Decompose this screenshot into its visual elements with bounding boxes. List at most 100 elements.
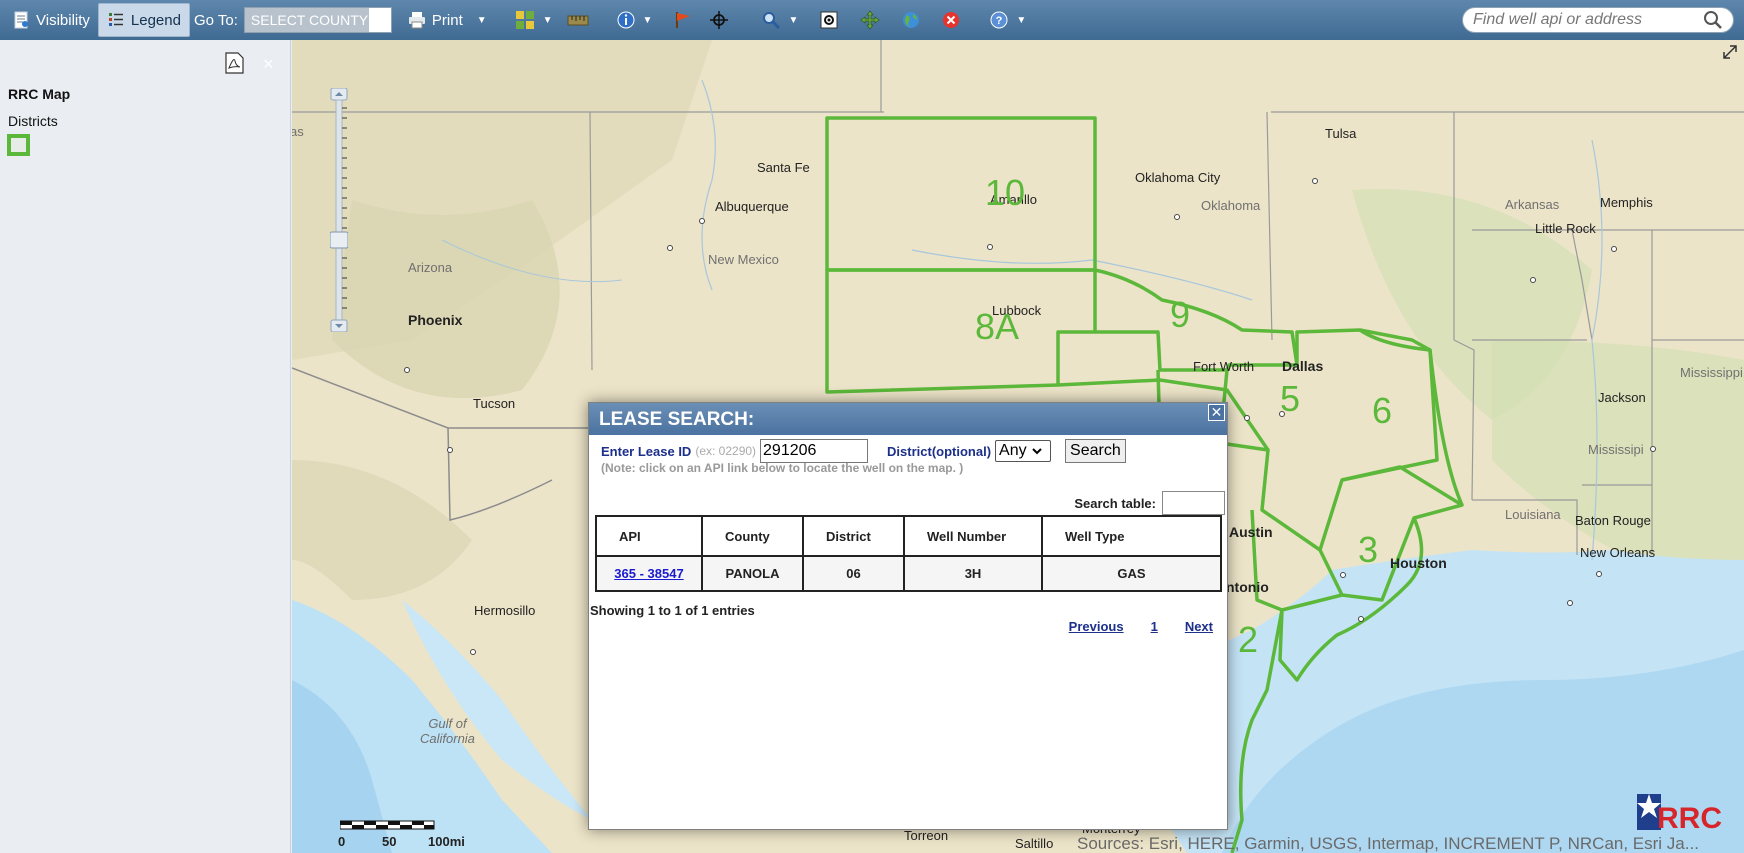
- map-label-oklahoma: Oklahoma: [1201, 198, 1261, 213]
- legend-title: RRC Map: [8, 86, 71, 102]
- district-label-3: 3: [1358, 529, 1379, 570]
- panel-close-icon[interactable]: ×: [263, 54, 274, 75]
- map-label-phoenix: Phoenix: [408, 312, 463, 328]
- table-search: Search table:: [1074, 491, 1225, 515]
- expand-icon[interactable]: [1722, 44, 1738, 60]
- visibility-label: Visibility: [36, 11, 90, 29]
- dialog-title: LEASE SEARCH:: [599, 409, 755, 430]
- chevron-down-icon: [1031, 448, 1042, 455]
- chevron-down-icon[interactable]: ▼: [543, 15, 553, 26]
- column-header-well-number[interactable]: Well Number: [903, 515, 1043, 557]
- map-label-fort-worth: Fort Worth: [1193, 359, 1255, 374]
- column-header-county[interactable]: County: [701, 515, 804, 557]
- document-icon: [14, 11, 28, 29]
- map-label-arkansas: Arkansas: [1505, 197, 1560, 212]
- lease-id-label: Enter Lease ID: [601, 443, 692, 459]
- search-button[interactable]: Search: [1065, 439, 1126, 463]
- scale-label-hundred: 100mi: [428, 834, 465, 849]
- map-label-santa-fe: Santa Fe: [757, 160, 810, 175]
- map-label-tulsa: Tulsa: [1325, 126, 1357, 141]
- lease-form-row: Enter Lease ID (ex: 02290) District(opti…: [601, 439, 1126, 463]
- full-extent-icon: [820, 11, 838, 29]
- chevron-down-icon[interactable]: ▼: [477, 15, 487, 26]
- cell-well-type: GAS: [1041, 555, 1222, 592]
- help-icon: ?: [990, 11, 1008, 29]
- close-circle-icon: [943, 12, 960, 28]
- map-label-as: as: [292, 124, 304, 139]
- flag-icon: [676, 12, 691, 28]
- list-icon: [108, 13, 123, 26]
- pagination: Previous 1 Next: [1069, 619, 1213, 634]
- zoom-slider[interactable]: [330, 88, 348, 332]
- scale-label-fifty: 50: [382, 834, 397, 849]
- map-label-hermosillo: Hermosillo: [474, 603, 536, 618]
- visibility-button[interactable]: Visibility: [4, 3, 98, 37]
- county-select-arrow[interactable]: [368, 8, 391, 32]
- map-label-mississippi-state: Mississippi: [1680, 365, 1743, 380]
- page-1-link[interactable]: 1: [1151, 619, 1158, 634]
- map-label-austin: Austin: [1229, 524, 1273, 540]
- globe-button[interactable]: [902, 3, 920, 37]
- county-select-value: SELECT COUNTY: [250, 12, 369, 28]
- cell-district: 06: [802, 555, 905, 592]
- globe-icon: [903, 12, 920, 28]
- column-header-api[interactable]: API: [595, 515, 703, 557]
- basemap-gallery-button[interactable]: ▼: [515, 3, 553, 37]
- next-page-link[interactable]: Next: [1185, 619, 1213, 634]
- locate-xy-button[interactable]: [710, 3, 729, 37]
- lease-search-dialog: LEASE SEARCH: ✕ Enter Lease ID (ex: 0229…: [588, 402, 1228, 830]
- cell-well-number: 3H: [903, 555, 1043, 592]
- scale-label-zero: 0: [338, 834, 346, 849]
- search-icon[interactable]: [1703, 10, 1723, 30]
- lease-id-input[interactable]: [760, 439, 869, 463]
- column-header-district[interactable]: District: [802, 515, 905, 557]
- help-button[interactable]: ? ▼: [990, 3, 1026, 37]
- clear-button[interactable]: [942, 3, 960, 37]
- map-label-little-rock: Little Rock: [1535, 221, 1596, 236]
- previous-page-link[interactable]: Previous: [1069, 619, 1124, 634]
- chevron-down-icon[interactable]: ▼: [788, 15, 798, 26]
- legend-panel: × RRC Map Districts: [0, 40, 291, 853]
- info-button[interactable]: ▼: [617, 3, 653, 37]
- pan-icon: [860, 10, 880, 30]
- dialog-titlebar[interactable]: LEASE SEARCH: ✕: [589, 403, 1227, 435]
- close-icon[interactable]: ✕: [1208, 404, 1225, 421]
- chevron-down-icon[interactable]: ▼: [1016, 15, 1026, 26]
- well-search-box: [1462, 7, 1734, 33]
- pan-button[interactable]: [860, 3, 880, 37]
- column-header-well-type[interactable]: Well Type: [1041, 515, 1222, 557]
- zoom-tools-button[interactable]: ▼: [762, 3, 798, 37]
- full-extent-button[interactable]: [820, 3, 838, 37]
- district-select[interactable]: Any: [995, 440, 1052, 462]
- table-search-input[interactable]: [1162, 491, 1225, 515]
- pdf-icon[interactable]: [225, 52, 244, 74]
- ruler-icon: [567, 15, 589, 26]
- measure-button[interactable]: [567, 3, 589, 37]
- map-label-houston: Houston: [1390, 555, 1447, 571]
- map-label-louisiana: Louisiana: [1505, 507, 1561, 522]
- district-label-8a: 8A: [975, 306, 1020, 347]
- well-search-input[interactable]: [1463, 9, 1703, 31]
- map-label-oklahoma-city: Oklahoma City: [1135, 170, 1221, 185]
- table-search-label: Search table:: [1074, 495, 1156, 511]
- map-label-memphis: Memphis: [1600, 195, 1653, 210]
- cell-api: 365 - 38547: [595, 555, 703, 592]
- district-select-value: Any: [999, 442, 1027, 459]
- print-button[interactable]: Print ▼: [400, 3, 495, 37]
- goto-label: Go To:: [193, 11, 238, 29]
- map-label-new-mexico: New Mexico: [708, 252, 779, 267]
- chevron-down-icon[interactable]: ▼: [643, 15, 653, 26]
- district-label-9: 9: [1170, 294, 1191, 335]
- api-link[interactable]: 365 - 38547: [614, 566, 683, 581]
- map-label-arizona: Arizona: [408, 260, 453, 275]
- flag-button[interactable]: [674, 3, 692, 37]
- entries-info: Showing 1 to 1 of 1 entries: [590, 603, 755, 618]
- print-label: Print: [431, 11, 463, 29]
- rrc-logo-text: RRC: [1657, 802, 1722, 835]
- map-label-albuquerque: Albuquerque: [715, 199, 789, 214]
- district-label-5: 5: [1280, 378, 1301, 419]
- county-select[interactable]: SELECT COUNTY: [243, 7, 392, 33]
- district-label: District(optional): [887, 443, 992, 459]
- legend-button[interactable]: Legend: [97, 3, 190, 37]
- crosshair-icon: [710, 11, 729, 29]
